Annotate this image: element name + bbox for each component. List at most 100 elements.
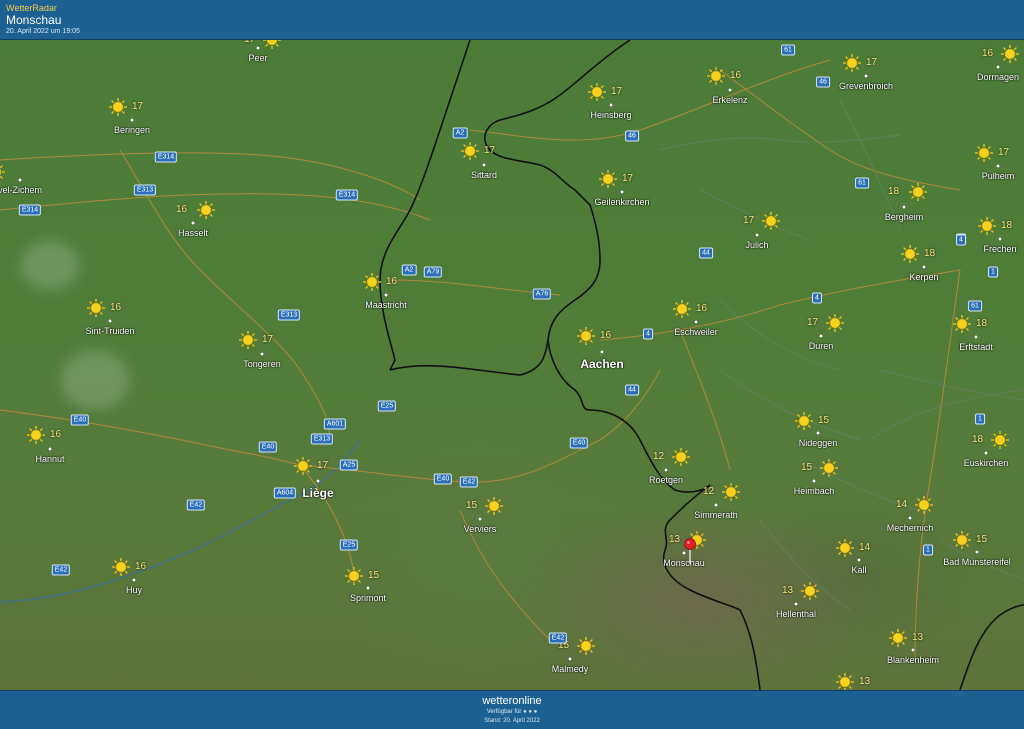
road-shield: E40: [569, 437, 589, 449]
sun-icon: [576, 636, 596, 656]
road-shield: 1: [923, 544, 933, 556]
sun-icon: [990, 430, 1010, 450]
city-dot: [984, 451, 988, 455]
city-dot: [819, 334, 823, 338]
city-label[interactable]: Hellenthal: [776, 609, 816, 619]
city-label[interactable]: Nideggen: [799, 438, 838, 448]
road-shield: E42: [548, 632, 568, 644]
city-label[interactable]: Dormagen: [977, 72, 1019, 82]
city-dot: [694, 320, 698, 324]
city-label[interactable]: Heinsberg: [590, 110, 631, 120]
wetteronline-logo[interactable]: wetteronline: [0, 695, 1024, 707]
city-label[interactable]: Kerpen: [909, 272, 938, 282]
temperature-label: 15: [466, 500, 478, 511]
city-label[interactable]: Roetgen: [649, 475, 683, 485]
city-label[interactable]: Euskirchen: [964, 458, 1009, 468]
city-label[interactable]: Erkelenz: [712, 95, 747, 105]
temperature-label: 13: [859, 676, 871, 687]
road-shield: 44: [699, 247, 713, 259]
city-label[interactable]: Eschweiler: [674, 327, 718, 337]
city-label[interactable]: Duren: [809, 341, 834, 351]
city-label[interactable]: Sittard: [471, 170, 497, 180]
city-dot: [996, 65, 1000, 69]
city-dot: [996, 164, 1000, 168]
city-label[interactable]: Pulheim: [982, 171, 1015, 181]
city-label[interactable]: Tongeren: [243, 359, 281, 369]
city-label[interactable]: Huy: [126, 585, 142, 595]
temperature-label: 16: [386, 276, 398, 287]
city-label[interactable]: Kall: [851, 565, 866, 575]
city-label[interactable]: Peer: [248, 53, 267, 63]
road-shield: A2: [401, 264, 417, 276]
city-dot: [864, 74, 868, 78]
city-label[interactable]: Sprimont: [350, 593, 386, 603]
sun-icon: [706, 66, 726, 86]
road-shield: E42: [51, 564, 71, 576]
city-label[interactable]: Heimbach: [794, 486, 835, 496]
city-dot: [132, 578, 136, 582]
temperature-label: 16: [600, 330, 612, 341]
temperature-label: 13: [669, 534, 681, 545]
road-shield: 4: [812, 292, 822, 304]
temperature-label: 17: [132, 101, 144, 112]
city-dot: [316, 479, 320, 483]
weather-map[interactable]: 17Peer17Beringen7vel-Zichem16Hasselt16Si…: [0, 40, 1024, 690]
city-label[interactable]: Liège: [302, 486, 333, 500]
sun-icon: [908, 182, 928, 202]
city-label[interactable]: Aachen: [580, 357, 623, 371]
sun-icon: [800, 581, 820, 601]
temperature-label: 14: [896, 499, 908, 510]
sun-icon: [108, 97, 128, 117]
city-label[interactable]: Bergheim: [885, 212, 924, 222]
city-label[interactable]: Maastricht: [365, 300, 407, 310]
city-label[interactable]: Hasselt: [178, 228, 208, 238]
city-label[interactable]: Grevenbroich: [839, 81, 893, 91]
city-label[interactable]: Blankenheim: [887, 655, 939, 665]
sun-icon: [484, 496, 504, 516]
city-dot: [478, 517, 482, 521]
road-shield: E25: [339, 539, 359, 551]
city-label[interactable]: Bad Munstereifel: [943, 557, 1011, 567]
city-label[interactable]: Simmerath: [694, 510, 738, 520]
road-shield: E40: [258, 441, 278, 453]
temperature-label: 15: [818, 415, 830, 426]
sun-icon: [835, 672, 855, 690]
city-label[interactable]: Hannut: [35, 454, 64, 464]
city-label[interactable]: Verviers: [464, 524, 497, 534]
city-label[interactable]: Julich: [745, 240, 768, 250]
sun-icon: [977, 216, 997, 236]
temperature-label: 16: [696, 303, 708, 314]
city-dot: [908, 516, 912, 520]
sun-icon: [293, 456, 313, 476]
city-label[interactable]: Erftstadt: [959, 342, 993, 352]
sun-icon: [671, 447, 691, 467]
temperature-label: 16: [176, 204, 188, 215]
city-label[interactable]: Beringen: [114, 125, 150, 135]
sun-icon: [460, 141, 480, 161]
city-dot: [609, 103, 613, 107]
temperature-label: 17: [611, 86, 623, 97]
city-label[interactable]: Mechernich: [887, 523, 934, 533]
sun-icon: [761, 211, 781, 231]
city-dot: [911, 648, 915, 652]
city-dot: [18, 178, 22, 182]
road-shield: 1: [988, 266, 998, 278]
sun-icon: [721, 482, 741, 502]
road-shield: A601: [323, 418, 347, 430]
temperature-label: 13: [912, 632, 924, 643]
city-label[interactable]: Sint-Truiden: [86, 326, 135, 336]
sun-icon: [914, 495, 934, 515]
city-label[interactable]: Frechen: [983, 244, 1016, 254]
sun-icon: [111, 557, 131, 577]
temperature-label: 17: [807, 317, 819, 328]
road-shield: 4: [956, 234, 966, 246]
city-dot: [857, 558, 861, 562]
city-dot: [975, 550, 979, 554]
city-label[interactable]: Malmedy: [552, 664, 589, 674]
road-shield: A2: [452, 127, 468, 139]
road-shield: E314: [335, 189, 359, 201]
city-dot: [600, 350, 604, 354]
city-label[interactable]: Geilenkirchen: [594, 197, 649, 207]
sun-icon: [262, 40, 282, 50]
city-label[interactable]: vel-Zichem: [0, 185, 42, 195]
